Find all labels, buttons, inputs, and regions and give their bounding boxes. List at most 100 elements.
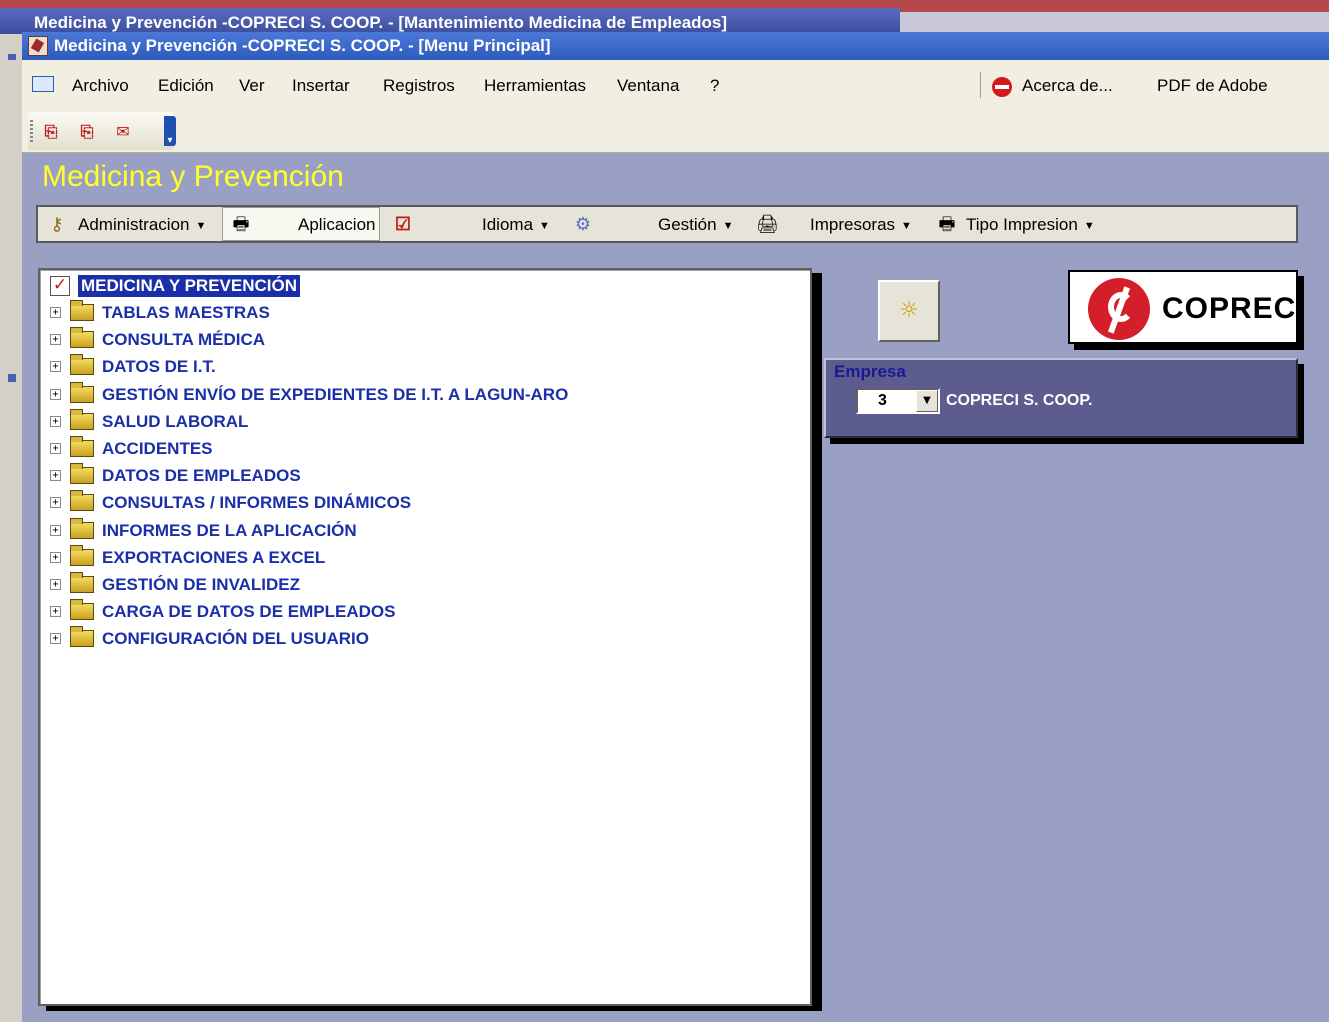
tree-item[interactable]: + ACCIDENTES [50,436,770,462]
aplicacion-label: Aplicacion [298,215,376,234]
printer-icon[interactable]: 🖨 [756,213,779,235]
acerca-icon[interactable] [992,77,1012,97]
empresa-name: COPRECI S. COOP. [946,392,1093,409]
access-app-icon[interactable] [28,36,48,56]
chevron-down-icon: ▼ [722,219,734,232]
expand-icon[interactable]: + [50,470,61,482]
tree-item-label: GESTIÓN ENVÍO DE EXPEDIENTES DE I.T. A L… [102,384,569,404]
chevron-down-icon: ▼ [1083,219,1095,232]
expand-icon[interactable]: + [50,579,61,590]
expand-icon[interactable]: + [50,633,61,645]
navigation-tree[interactable]: ✓ MEDICINA Y PREVENCIÓN + TABLAS MAESTRAS… [38,268,812,1006]
tree-item[interactable]: + CONSULTA MÉDICA [50,327,770,353]
empresa-panel: Empresa 3 ▼ COPRECI S. COOP. [824,358,1298,438]
expand-icon[interactable]: + [50,334,61,346]
tree-root[interactable]: MEDICINA Y PREVENCIÓN [76,274,302,298]
tree-item[interactable]: + TABLAS MAESTRAS [50,300,770,326]
expand-icon[interactable]: + [50,551,61,563]
folder-open-icon [70,626,94,648]
form-system-menu-icon[interactable] [32,76,54,92]
dropdown-arrow-icon[interactable]: ▼ [916,390,938,412]
empresa-combo[interactable]: 3 ▼ [856,388,940,414]
printer-form-icon: 🖶 [232,214,250,234]
menu-herramientas[interactable]: Herramientas [484,76,586,96]
menu-help[interactable]: ? [710,76,719,96]
administracion-label: Administracion [78,215,190,234]
menu-registros[interactable]: Registros [383,76,455,96]
menu-edicion[interactable]: Edición [158,76,214,96]
folder-open-icon [70,436,94,457]
menu-separator [980,72,981,98]
gear-icon[interactable]: ⚙ [572,213,594,235]
tree-item[interactable]: + EXPORTACIONES A EXCEL [50,544,770,571]
expand-icon[interactable]: + [50,388,61,400]
pdf-mail-icon[interactable]: ✉ [112,121,134,143]
toolbar-grip[interactable] [30,120,33,144]
folder-open-icon [70,544,94,566]
expand-icon[interactable]: + [50,361,61,373]
idioma-label: Idioma [482,215,534,234]
folder-open-icon [70,490,94,512]
folder-open-icon [70,354,94,376]
copreci-logo-mark [1088,278,1150,340]
menu-bar: Archivo Edición Ver Insertar Registros H… [22,60,1329,110]
tree-item-label: CONSULTA MÉDICA [102,330,266,350]
tree-item[interactable]: + GESTIÓN DE INVALIDEZ [50,572,770,598]
expand-icon[interactable]: + [50,415,61,427]
tipo-impresion-menu[interactable]: Tipo Impresion ▼ [966,215,1095,235]
pdf-icon[interactable]: ⎘ [76,121,98,143]
copreci-logo: COPRECI [1068,270,1298,344]
tree-item-label: DATOS DE I.T. [102,357,216,377]
tree-item[interactable]: + INFORMES DE LA APLICACIÓN [50,517,770,544]
menu-pdf-adobe[interactable]: PDF de Adobe [1157,76,1268,96]
expand-icon[interactable]: + [50,524,61,536]
folder-open-icon [70,463,94,485]
form-toolbar: ⚷ Administracion ▼ 🖶 Aplicacion ☑ Idioma ▼… [36,205,1298,243]
chevron-down-icon: ▼ [195,219,207,232]
menu-ver[interactable]: Ver [239,76,265,96]
folder-open-icon [70,408,94,430]
tipo-impresion-label: Tipo Impresion [966,215,1078,234]
empresa-value: 3 [878,392,887,409]
idioma-menu[interactable]: Idioma ▼ [482,215,550,235]
menu-archivo[interactable]: Archivo [72,76,129,96]
tree-item-label: EXPORTACIONES A EXCEL [102,547,326,567]
title-bar[interactable]: Medicina y Prevención -COPRECI S. COOP. … [22,32,1329,60]
impresoras-menu[interactable]: Impresoras ▼ [810,215,912,235]
checkmark-icon[interactable]: ☑ [392,213,414,235]
form-title: Medicina y Prevención [42,160,344,193]
main-window: Medicina y Prevención -COPRECI S. COOP. … [22,32,1329,1022]
logo-text: COPRECI [1162,292,1298,325]
root-checkbox-icon[interactable]: ✓ [50,276,70,296]
administracion-menu[interactable]: Administracion ▼ [78,215,206,235]
edge-strip [8,374,16,382]
tree-item-label: GESTIÓN DE INVALIDEZ [102,575,301,594]
tree-item[interactable]: + DATOS DE I.T. [50,354,770,380]
tree-item-label: SALUD LABORAL [102,411,249,431]
folder-open-icon [70,381,94,403]
tree-item-label: INFORMES DE LA APLICACIÓN [102,520,357,540]
expand-icon[interactable]: + [50,307,61,318]
tree-item[interactable]: + CARGA DE DATOS DE EMPLEADOS [50,599,770,625]
tree-item[interactable]: + GESTIÓN ENVÍO DE EXPEDIENTES DE I.T. A … [50,381,770,408]
tree-item[interactable]: + SALUD LABORAL [50,408,770,435]
expand-icon[interactable]: + [50,606,61,618]
keys-icon: ⚷ [50,214,64,234]
tree-item-label: CONSULTAS / INFORMES DINÁMICOS [102,493,412,513]
expand-icon[interactable]: + [50,443,61,454]
tree-item[interactable]: + DATOS DE EMPLEADOS [50,463,770,489]
menu-ventana[interactable]: Ventana [617,76,679,96]
pdf-icon[interactable]: ⎘ [40,121,62,143]
background-window-title[interactable]: Medicina y Prevención -COPRECI S. COOP. … [0,8,900,34]
menu-insertar[interactable]: Insertar [292,76,350,96]
expand-icon[interactable]: + [50,497,61,509]
gestion-menu[interactable]: Gestión ▼ [658,215,733,235]
background-window-edge [0,34,23,1022]
tree-item[interactable]: + CONSULTAS / INFORMES DINÁMICOS [50,490,770,516]
chevron-down-icon: ▼ [539,219,550,232]
sun-button[interactable]: ☼ [878,280,940,342]
menu-acerca[interactable]: Acerca de... [1022,76,1113,96]
toolbar-overflow-icon[interactable]: ▾ [164,116,176,146]
tree-item[interactable]: + CONFIGURACIÓN DEL USUARIO [50,626,770,652]
edge-strip [8,54,16,60]
